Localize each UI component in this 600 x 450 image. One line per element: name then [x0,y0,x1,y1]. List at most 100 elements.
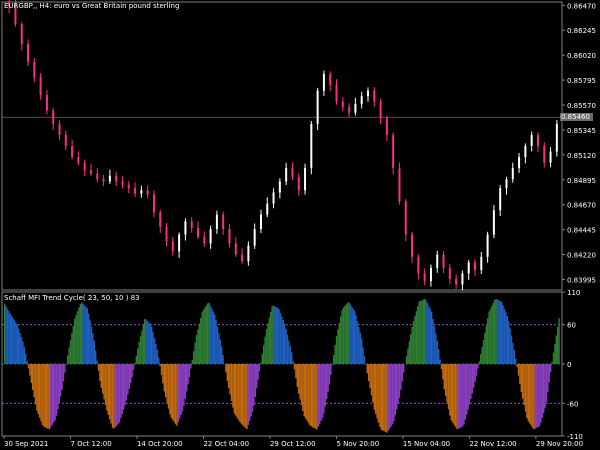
indicator-bar [239,364,241,423]
indicator-bar [373,364,375,410]
candle-body [360,96,363,104]
indicator-bar [345,304,347,364]
indicator-bar [149,323,151,364]
indicator-bar [230,364,233,402]
indicator-bar [22,341,24,364]
indicator-bar [307,364,310,423]
indicator-bar [540,364,542,423]
candle-body [253,229,256,246]
indicator-bar [358,326,360,364]
indicator-bar [439,359,441,364]
indicator-bar [501,301,503,364]
indicator-bar [4,303,6,364]
indicator-bar [330,364,332,375]
indicator-bar [426,303,429,364]
indicator-bar [270,311,272,364]
indicator-bar [527,364,529,422]
indicator-bar [82,303,84,364]
indicator-bar [194,342,196,364]
indicator-bar [485,325,487,364]
indicator-bar [228,364,230,389]
price-tick-label: 0.85345 [567,127,596,135]
indicator-bar [25,354,27,364]
price-panel-frame [1,1,563,291]
indicator-bar [443,364,445,390]
indicator-bar [316,364,318,430]
candle-body [492,210,495,235]
indicator-bar [209,305,212,364]
indicator-bar [130,364,132,384]
indicator-tick-label: 110 [567,289,580,297]
candle-body [33,61,36,78]
indicator-bar [317,364,319,427]
indicator-bar [54,364,56,421]
indicator-bar [11,315,13,364]
indicator-bar [274,306,276,364]
indicator-bar [144,318,146,364]
indicator-bar [53,364,55,423]
indicator-bar [414,316,416,364]
candle-body [241,254,244,262]
price-tick-label: 0.86470 [567,2,596,10]
indicator-bar [488,311,490,364]
indicator-bar [240,364,242,424]
indicator-bar [460,364,462,428]
indicator-bar [403,364,405,373]
indicator-bar [334,344,336,364]
candle-body [329,74,332,86]
indicator-bar [81,302,83,364]
indicator-bar [214,314,216,364]
indicator-bar [251,364,254,413]
time-tick-label: 14 Oct 20:00 [137,440,183,448]
candle-body [304,168,307,191]
indicator-bar [484,332,486,364]
indicator-bar [407,348,409,364]
indicator-bar [15,322,17,364]
indicator-bar [335,335,338,364]
candle-body [178,234,181,252]
indicator-bar [397,364,399,404]
candle-body [134,188,137,194]
indicator-bar [109,364,111,420]
indicator-bar [281,316,283,364]
candle-body [398,168,401,202]
indicator-bar [478,361,480,364]
indicator-bar [246,364,248,430]
indicator-bar [95,350,97,364]
indicator-bar [242,364,244,426]
indicator-bar [369,364,371,389]
indicator-bar [461,364,464,427]
indicator-bar [380,364,382,430]
indicator-bar [463,364,465,425]
candle-body [146,190,149,195]
indicator-bar [139,336,142,364]
indicator-bar [340,316,342,364]
indicator-bar [197,329,199,364]
indicator-bar [471,364,473,394]
candle-body [140,190,143,194]
candle-body [184,221,187,235]
indicator-bar [348,302,350,364]
chart-canvas[interactable]: 0.86470 0.86245 0.86020 0.85795 0.85570 0.853… [0,0,600,450]
candle-body [499,188,502,211]
indicator-bar [470,364,472,400]
candle-body [272,192,275,204]
indicator-bar [32,364,34,390]
indicator-bar [356,321,359,364]
indicator-bar [179,364,181,419]
indicator-tick-label: -60 [567,400,578,408]
indicator-bar [106,364,108,411]
indicator-bar [389,364,391,429]
candle-body [335,85,338,102]
indicator-bar [121,364,123,414]
candle-body [108,175,111,182]
indicator-bar [544,364,546,408]
candle-body [429,267,432,282]
indicator-bar [375,364,377,415]
indicator-bar [152,332,154,364]
indicator-bar [254,364,256,398]
indicator-bar [201,312,203,364]
indicator-bar [341,309,343,364]
indicator-tick-label: 60 [567,322,576,330]
indicator-bar [30,364,32,383]
